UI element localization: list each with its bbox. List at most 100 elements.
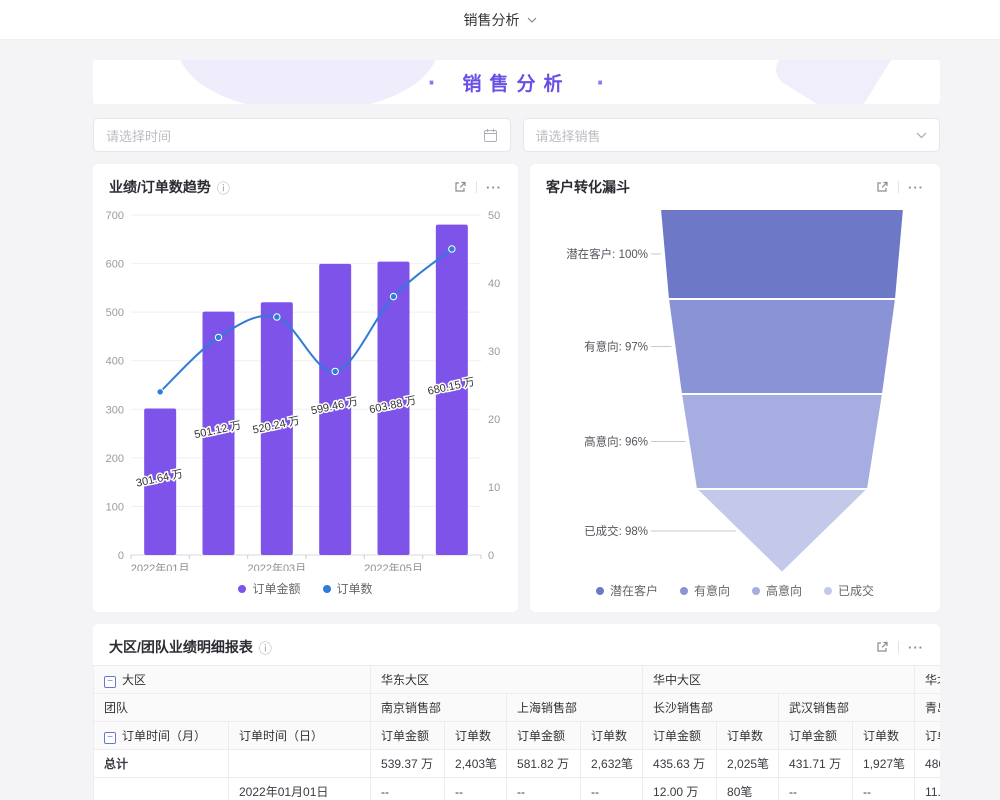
- trend-card-actions: ···: [453, 180, 502, 195]
- line-dot: [215, 334, 221, 340]
- table-header-cell: 订单金额: [915, 722, 940, 750]
- table-cell: 2,403笔: [445, 750, 507, 778]
- table-header-cell: 武汉销售部: [779, 694, 915, 722]
- banner-decoration-right: [770, 60, 901, 104]
- left-axis-label: 500: [106, 307, 124, 319]
- right-axis-label: 30: [488, 346, 500, 358]
- sales-filter-select[interactable]: 请选择销售: [523, 118, 941, 152]
- funnel-chart-legend: 潜在客户 有意向 高意向 已成交: [530, 582, 940, 599]
- right-axis-label: 20: [488, 414, 500, 426]
- dashboard-switcher[interactable]: 销售分析: [464, 10, 537, 30]
- right-axis-label: 40: [488, 278, 500, 290]
- table-card-title: 大区/团队业绩明细报表: [109, 637, 253, 657]
- time-filter-input[interactable]: 请选择时间: [93, 118, 511, 152]
- legend-label: 潜在客户: [610, 582, 658, 599]
- dashboard-banner: · 销售分析 ·: [93, 60, 940, 104]
- more-menu-icon[interactable]: ···: [908, 180, 924, 195]
- chevron-down-icon: [527, 17, 537, 23]
- table-header-cell: 订单金额: [779, 722, 853, 750]
- legend-dot-icon: [596, 587, 604, 595]
- trend-chart-legend: 订单金额 订单数: [93, 580, 518, 597]
- line-dot: [332, 368, 338, 374]
- funnel-segment: [668, 299, 896, 394]
- left-axis-label: 700: [106, 210, 124, 222]
- table-cell: 539.37 万: [371, 750, 445, 778]
- funnel-segment: [681, 394, 883, 489]
- export-icon[interactable]: [453, 180, 467, 194]
- trend-card-title: 业绩/订单数趋势: [109, 177, 211, 197]
- calendar-icon: [483, 128, 498, 143]
- funnel-stage-label: 潜在客户: 100%: [566, 247, 648, 261]
- table-cell: --: [779, 778, 853, 800]
- table-cell: [94, 778, 229, 800]
- funnel-stage-label: 有意向: 97%: [584, 340, 648, 354]
- table-header-cell: 长沙销售部: [643, 694, 779, 722]
- info-icon[interactable]: ⓘ: [217, 178, 230, 197]
- legend-dot-icon: [238, 585, 246, 593]
- banner-dot-left: ·: [428, 69, 437, 95]
- legend-item[interactable]: 潜在客户: [596, 582, 658, 599]
- legend-item[interactable]: 有意向: [680, 582, 730, 599]
- table-header-cell: 青岛销售部: [915, 694, 940, 722]
- table-header-cell: 订单数: [581, 722, 643, 750]
- funnel-stage-label: 已成交: 98%: [584, 524, 648, 538]
- export-icon[interactable]: [875, 180, 889, 194]
- legend-dot-icon: [824, 587, 832, 595]
- table-header-cell: 订单金额: [371, 722, 445, 750]
- legend-item[interactable]: 高意向: [752, 582, 802, 599]
- left-axis-label: 400: [106, 356, 124, 368]
- chevron-down-icon: [916, 132, 927, 139]
- x-axis-label: 2022年05月: [364, 561, 423, 571]
- x-axis-label: 2022年03月: [247, 561, 306, 571]
- table-cell: 431.71 万: [779, 750, 853, 778]
- legend-label: 有意向: [694, 582, 730, 599]
- top-navigation-bar: 销售分析: [0, 0, 1000, 40]
- funnel-card-title: 客户转化漏斗: [546, 177, 630, 197]
- table-header-cell: 订单数: [853, 722, 915, 750]
- table-header-cell: 订单金额: [507, 722, 581, 750]
- right-axis-label: 50: [488, 210, 500, 222]
- more-menu-icon[interactable]: ···: [908, 640, 924, 655]
- table-card-header: 大区/团队业绩明细报表 ⓘ ···: [93, 624, 940, 661]
- table-header-cell: 订单数: [717, 722, 779, 750]
- line-dot: [390, 293, 396, 299]
- legend-item[interactable]: 订单数: [323, 580, 373, 597]
- left-axis-label: 0: [118, 550, 124, 562]
- pivot-table-card: 大区/团队业绩明细报表 ⓘ ··· −大区华东大区华中大区华北大区团队南京销售部…: [93, 624, 940, 800]
- dashboard-title: 销售分析: [464, 10, 520, 30]
- funnel-stage-label: 高意向: 96%: [584, 435, 648, 449]
- table-cell: [229, 750, 371, 778]
- table-cell: --: [507, 778, 581, 800]
- collapse-icon[interactable]: −: [104, 732, 116, 744]
- info-icon[interactable]: ⓘ: [259, 638, 272, 657]
- table-header-cell: 团队: [94, 694, 371, 722]
- table-cell: 11.07 万: [915, 778, 940, 800]
- table-header-cell: 订单金额: [643, 722, 717, 750]
- collapse-icon[interactable]: −: [104, 676, 116, 688]
- left-axis-label: 100: [106, 501, 124, 513]
- funnel-card-header: 客户转化漏斗 ···: [530, 164, 940, 201]
- table-header-cell: −大区: [94, 666, 371, 694]
- table-cell: 435.63 万: [643, 750, 717, 778]
- sales-filter-placeholder: 请选择销售: [536, 126, 601, 145]
- more-menu-icon[interactable]: ···: [486, 180, 502, 195]
- left-axis-label: 300: [106, 404, 124, 416]
- legend-dot-icon: [752, 587, 760, 595]
- table-cell: 12.00 万: [643, 778, 717, 800]
- legend-item[interactable]: 订单金额: [238, 580, 300, 597]
- x-axis-label: 2022年01月: [131, 561, 190, 571]
- table-row: −订单时间（月）订单时间（日）订单金额订单数订单金额订单数订单金额订单数订单金额…: [94, 722, 941, 750]
- line-dot: [449, 246, 455, 252]
- table-header-cell: −订单时间（月）: [94, 722, 229, 750]
- banner-decoration-left: [178, 60, 438, 104]
- funnel-chart: 潜在客户: 100% 有意向: 97% 高意向: 96% 已成交: 98%: [530, 201, 940, 573]
- export-icon[interactable]: [875, 640, 889, 654]
- legend-label: 高意向: [766, 582, 802, 599]
- legend-label: 已成交: [838, 582, 874, 599]
- table-header-cell: 华东大区: [371, 666, 643, 694]
- legend-item[interactable]: 已成交: [824, 582, 874, 599]
- table-row: 2022年01月01日--------12.00 万80笔----11.07 万: [94, 778, 941, 800]
- divider: [476, 181, 477, 193]
- table-cell: 2022年01月01日: [229, 778, 371, 800]
- funnel-segment: [660, 209, 904, 299]
